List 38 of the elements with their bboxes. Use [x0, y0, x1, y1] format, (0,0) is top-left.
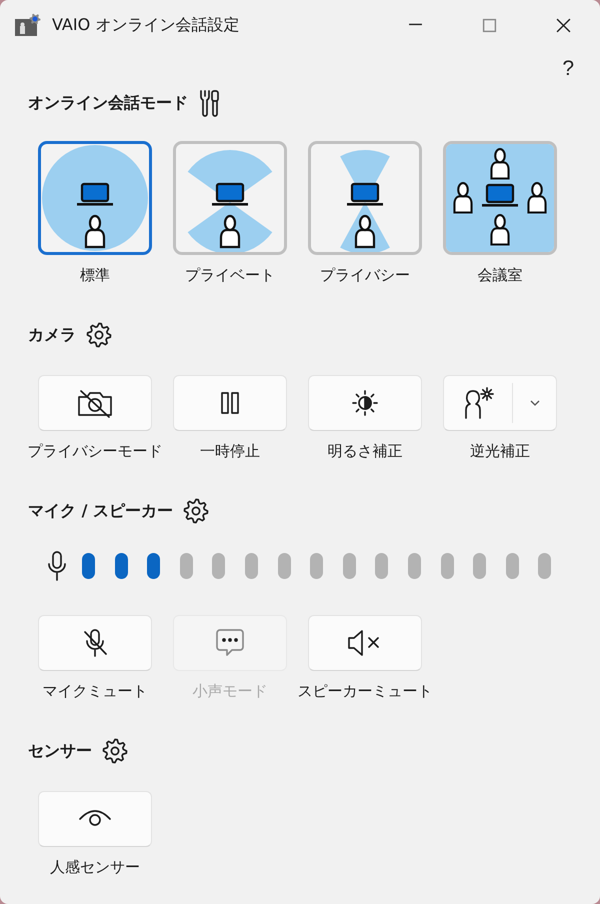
- app-icon: [14, 13, 42, 37]
- button-label: 人感センサー: [50, 857, 140, 878]
- tools-icon[interactable]: [198, 89, 220, 117]
- section-title: カメラ: [28, 324, 76, 346]
- toggle-button[interactable]: [443, 375, 557, 431]
- mode-label: プライバシー: [320, 265, 410, 286]
- section-title: オンライン会話モード: [28, 92, 188, 114]
- caret-icon[interactable]: [528, 399, 540, 407]
- button-label: プライバシーモード: [28, 441, 162, 462]
- button-label: 明るさ補正: [328, 441, 402, 462]
- section-title: マイク / スピーカー: [28, 500, 173, 522]
- toggle-button[interactable]: [173, 375, 287, 431]
- button-label: 一時停止: [200, 441, 260, 462]
- button-label: スピーカーミュート: [298, 681, 432, 702]
- close-icon[interactable]: [556, 18, 570, 32]
- maximize-icon[interactable]: [482, 18, 496, 32]
- section-title: センサー: [28, 740, 92, 762]
- mode-label: 会議室: [478, 265, 522, 286]
- chat-icon: [213, 627, 247, 659]
- toggle-button[interactable]: [38, 375, 152, 431]
- toggle-button[interactable]: [38, 615, 152, 671]
- settings-icon[interactable]: [182, 498, 209, 524]
- toggle-button[interactable]: [38, 791, 152, 847]
- toggle-button[interactable]: [308, 375, 422, 431]
- button-label: マイクミュート: [42, 681, 148, 702]
- window-title: VAIO オンライン会話設定: [52, 14, 240, 36]
- toggle-button[interactable]: [308, 615, 422, 671]
- microphone-icon: [46, 550, 68, 582]
- camera-off-icon: [75, 387, 115, 419]
- help-button[interactable]: ?: [562, 57, 574, 81]
- button-label: 逆光補正: [470, 441, 530, 462]
- brightness-icon: [349, 387, 381, 419]
- settings-icon[interactable]: [102, 738, 128, 764]
- pause-icon: [219, 389, 241, 417]
- settings-icon[interactable]: [86, 322, 112, 348]
- button-label: 小声モード: [192, 681, 268, 702]
- mode-label: プライベート: [185, 265, 275, 286]
- mode-label: 標準: [80, 265, 110, 286]
